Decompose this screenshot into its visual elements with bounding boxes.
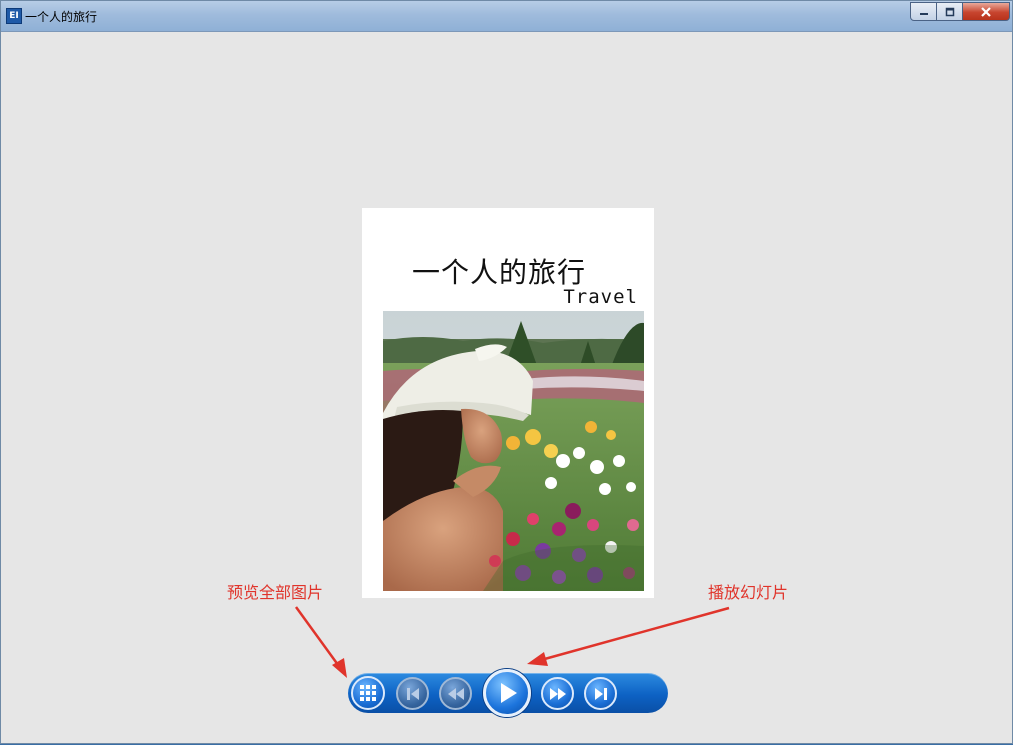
skip-back-icon [406, 687, 419, 700]
play-icon [501, 683, 517, 703]
grid-icon [360, 685, 376, 701]
arrow-head-preview [332, 658, 347, 678]
rewind-icon [447, 687, 464, 700]
last-page-button[interactable] [584, 677, 617, 710]
maximize-icon [945, 7, 954, 16]
album-title: 一个人的旅行 [412, 256, 587, 289]
title-bar[interactable]: EI 一个人的旅行 [1, 1, 1012, 32]
play-slideshow-button[interactable] [483, 669, 531, 717]
next-page-button[interactable] [541, 677, 574, 710]
skip-forward-icon [594, 687, 607, 700]
woman-with-flowers-photo [383, 311, 644, 591]
album-cover-page: 一个人的旅行 Travel [362, 208, 654, 598]
preview-all-annotation: 预览全部图片 [227, 583, 324, 602]
fast-forward-icon [549, 687, 566, 700]
window-controls [910, 2, 1010, 21]
arrow-head-play [527, 652, 548, 666]
arrow-to-play-button [540, 606, 730, 662]
preview-all-button[interactable] [351, 676, 385, 710]
close-button[interactable] [963, 2, 1010, 21]
arrow-to-preview-button [294, 606, 343, 670]
first-page-button[interactable] [396, 677, 429, 710]
minimize-icon [919, 12, 928, 15]
window-title: 一个人的旅行 [25, 10, 98, 24]
play-slideshow-annotation: 播放幻灯片 [708, 583, 789, 602]
maximize-button[interactable] [937, 2, 963, 21]
app-icon: EI [6, 8, 22, 24]
slideshow-toolbar [348, 669, 668, 717]
album-subtitle: Travel [563, 286, 638, 308]
previous-page-button[interactable] [439, 677, 472, 710]
minimize-button[interactable] [910, 2, 937, 21]
close-icon [981, 6, 991, 17]
app-window: EI 一个人的旅行 一个人的旅行 Travel 预览全部图片 播放幻灯片 [0, 0, 1013, 744]
